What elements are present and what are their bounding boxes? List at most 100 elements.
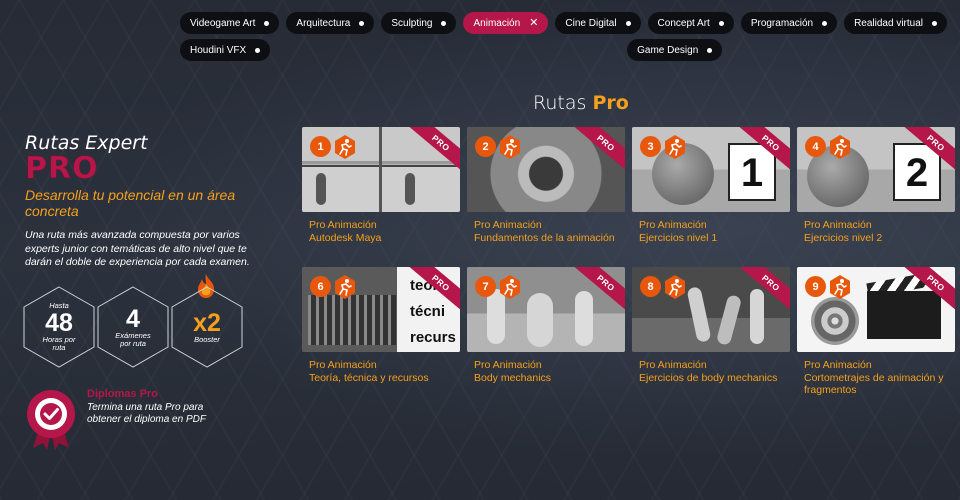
stat-hours: Hasta 48 Horas por ruta bbox=[23, 286, 95, 368]
animation-icon bbox=[500, 135, 520, 159]
diploma-title: Diplomas Pro bbox=[87, 388, 158, 400]
section-title-text: Rutas bbox=[533, 92, 587, 114]
filter-label: Cine Digital bbox=[565, 17, 617, 29]
stat-value: 4 bbox=[126, 305, 140, 333]
route-card[interactable]: 9 PRO Pro Animación Cortometrajes de anim… bbox=[797, 267, 955, 401]
route-title: Pro Animación Ejercicios nivel 2 bbox=[797, 219, 955, 261]
route-title: Pro Animación Autodesk Maya bbox=[302, 219, 460, 261]
route-thumbnail: 2 4 PRO bbox=[797, 127, 955, 212]
route-card[interactable]: 1 3 PRO Pro Animación Ejercicios nivel 1 bbox=[632, 127, 790, 261]
route-number: 4 bbox=[805, 136, 826, 157]
animation-icon bbox=[500, 275, 520, 299]
route-title: Pro Animación Fundamentos de la animación bbox=[467, 219, 625, 261]
filter-bar: Videogame Art Arquitectura Sculpting Ani… bbox=[180, 12, 960, 61]
filter-chip-cine-digital[interactable]: Cine Digital bbox=[555, 12, 641, 34]
filter-label: Realidad virtual bbox=[854, 17, 924, 29]
route-thumbnail: 2 PRO bbox=[467, 127, 625, 212]
filter-chip-programacion[interactable]: Programación bbox=[740, 12, 838, 34]
stat-booster: x2 Booster bbox=[171, 286, 243, 368]
filter-chip-concept-art[interactable]: Concept Art bbox=[647, 12, 734, 34]
filter-chip-houdini-vfx[interactable]: Houdini VFX bbox=[180, 39, 271, 61]
route-title: Pro Animación Ejercicios de body mechanic… bbox=[632, 359, 790, 401]
filter-chip-game-design[interactable]: Game Design bbox=[627, 39, 723, 61]
route-card[interactable]: 2 PRO Pro Animación Fundamentos de la ani… bbox=[467, 127, 625, 261]
route-number: 2 bbox=[475, 136, 496, 157]
animation-icon bbox=[335, 275, 355, 299]
dot-icon bbox=[822, 20, 828, 26]
info-panel: Rutas Expert PRO Desarrolla tu potencial… bbox=[25, 132, 265, 270]
panel-description: Una ruta más avanzada compuesta por vari… bbox=[25, 229, 250, 268]
stat-label: Booster bbox=[194, 335, 220, 344]
stat-exams: 4 Exámenes por ruta bbox=[97, 286, 169, 368]
route-number: 1 bbox=[310, 136, 331, 157]
dot-icon bbox=[707, 47, 713, 53]
route-name: Fundamentos de la animación bbox=[474, 231, 615, 244]
route-card[interactable]: 1 PRO Pro Animación Autodesk Maya bbox=[302, 127, 460, 261]
route-category: Pro Animación bbox=[804, 219, 872, 231]
route-thumbnail: teori técni recurs 6 PRO bbox=[302, 267, 460, 352]
dot-icon bbox=[264, 20, 270, 26]
route-thumbnail: 7 PRO bbox=[467, 267, 625, 352]
route-category: Pro Animación bbox=[474, 359, 542, 371]
filter-chip-videogame-art[interactable]: Videogame Art bbox=[180, 12, 280, 34]
filter-chip-sculpting[interactable]: Sculpting bbox=[381, 12, 457, 34]
route-number: 7 bbox=[475, 276, 496, 297]
route-category: Pro Animación bbox=[639, 359, 707, 371]
diploma-info: Diplomas Pro Termina una ruta Pro para o… bbox=[25, 388, 207, 450]
diploma-text: Termina una ruta Pro para obtener el dip… bbox=[87, 402, 206, 425]
close-icon[interactable]: ✕ bbox=[529, 17, 538, 29]
route-name: Body mechanics bbox=[474, 371, 552, 384]
dot-icon bbox=[932, 20, 938, 26]
route-name: Autodesk Maya bbox=[309, 231, 382, 244]
filter-label: Animación bbox=[473, 17, 521, 29]
filter-label: Videogame Art bbox=[190, 17, 256, 29]
stat-value: 48 bbox=[45, 309, 73, 337]
route-name: Cortometrajes de animación y fragmentos bbox=[804, 371, 944, 397]
route-card[interactable]: teori técni recurs 6 PRO Pro Animación Te… bbox=[302, 267, 460, 401]
animation-icon bbox=[830, 135, 850, 159]
panel-subtitle: Desarrolla tu potencial en un área concr… bbox=[25, 187, 236, 219]
route-thumbnail: 1 3 PRO bbox=[632, 127, 790, 212]
route-card[interactable]: 2 4 PRO Pro Animación Ejercicios nivel 2 bbox=[797, 127, 955, 261]
filter-label: Game Design bbox=[637, 44, 699, 56]
route-category: Pro Animación bbox=[474, 219, 542, 231]
route-number: 9 bbox=[805, 276, 826, 297]
stat-label: Horas por ruta bbox=[42, 335, 76, 352]
route-name: Ejercicios nivel 1 bbox=[639, 231, 718, 244]
diploma-badge-icon bbox=[27, 390, 75, 450]
pro-logo: PRO bbox=[25, 151, 99, 186]
route-number: 8 bbox=[640, 276, 661, 297]
dot-icon bbox=[718, 20, 724, 26]
dot-icon bbox=[625, 20, 631, 26]
filter-label: Arquitectura bbox=[296, 17, 351, 29]
route-category: Pro Animación bbox=[309, 359, 377, 371]
route-title: Pro Animación Body mechanics bbox=[467, 359, 625, 401]
route-title: Pro Animación Teoría, técnica y recursos bbox=[302, 359, 460, 401]
filter-label: Houdini VFX bbox=[190, 44, 247, 56]
filter-label: Concept Art bbox=[657, 17, 710, 29]
dot-icon bbox=[255, 47, 261, 53]
route-thumbnail: 9 PRO bbox=[797, 267, 955, 352]
route-title: Pro Animación Cortometrajes de animación … bbox=[797, 359, 955, 401]
filter-chip-arquitectura[interactable]: Arquitectura bbox=[286, 12, 375, 34]
route-name: Ejercicios de body mechanics bbox=[639, 371, 778, 384]
section-title-highlight: Pro bbox=[592, 92, 629, 114]
route-thumbnail: 1 PRO bbox=[302, 127, 460, 212]
filter-label: Programación bbox=[750, 17, 814, 29]
route-name: Teoría, técnica y recursos bbox=[309, 371, 429, 384]
filter-chip-animacion[interactable]: Animación ✕ bbox=[463, 12, 549, 34]
animation-icon bbox=[665, 135, 685, 159]
stat-label: Exámenes por ruta bbox=[115, 331, 151, 348]
route-category: Pro Animación bbox=[309, 219, 377, 231]
route-thumbnail: 8 PRO bbox=[632, 267, 790, 352]
filter-chip-realidad-virtual[interactable]: Realidad virtual bbox=[844, 12, 948, 34]
stat-value: x2 bbox=[193, 309, 221, 337]
route-card[interactable]: 8 PRO Pro Animación Ejercicios de body me… bbox=[632, 267, 790, 401]
filter-label: Sculpting bbox=[391, 17, 433, 29]
route-name: Ejercicios nivel 2 bbox=[804, 231, 883, 244]
animation-icon bbox=[335, 135, 355, 159]
route-category: Pro Animación bbox=[639, 219, 707, 231]
route-title: Pro Animación Ejercicios nivel 1 bbox=[632, 219, 790, 261]
stats-row: Hasta 48 Horas por ruta 4 Exámenes por r… bbox=[23, 286, 243, 368]
route-card[interactable]: 7 PRO Pro Animación Body mechanics bbox=[467, 267, 625, 401]
